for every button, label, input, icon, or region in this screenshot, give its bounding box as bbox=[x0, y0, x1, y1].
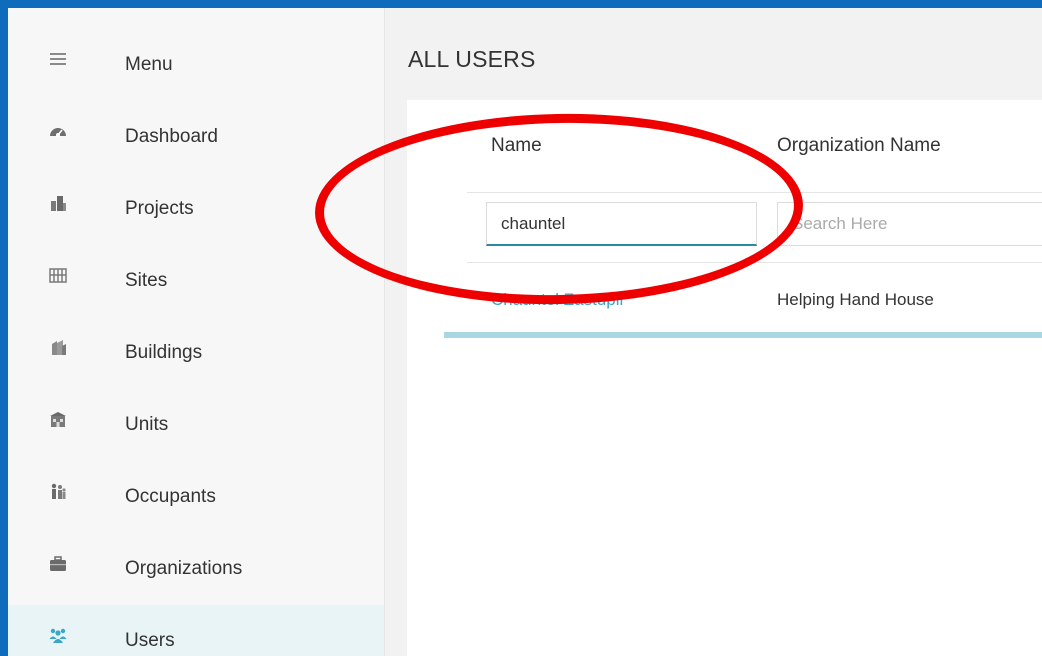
users-group-icon bbox=[48, 625, 68, 645]
name-filter-input[interactable] bbox=[486, 202, 757, 246]
page-title: ALL USERS bbox=[408, 46, 536, 72]
sites-grid-icon bbox=[48, 265, 68, 285]
sidebar-item-label: Menu bbox=[125, 54, 173, 75]
briefcase-icon bbox=[48, 553, 68, 573]
header-divider bbox=[467, 192, 1042, 193]
sidebar-item-label: Organizations bbox=[125, 558, 243, 579]
occupants-people-icon bbox=[48, 481, 68, 501]
sidebar-item-label: Units bbox=[125, 414, 169, 435]
sidebar-item-label: Projects bbox=[125, 198, 194, 219]
sidebar-item-users[interactable]: Users bbox=[8, 605, 384, 656]
units-icon bbox=[48, 409, 68, 429]
organization-filter-input[interactable] bbox=[777, 202, 1042, 246]
sidebar-item-label: Dashboard bbox=[125, 126, 218, 147]
organization-name-cell: Helping Hand House bbox=[777, 290, 934, 309]
sidebar-item-organizations[interactable]: Organizations bbox=[8, 533, 384, 605]
sidebar-item-label: Users bbox=[125, 630, 175, 651]
screenshot-frame: Menu Dashboard Projects Sites Buildings bbox=[0, 0, 1042, 656]
filter-divider bbox=[467, 262, 1042, 263]
sidebar-item-label: Sites bbox=[125, 270, 168, 291]
projects-buildings-icon bbox=[48, 193, 68, 213]
sidebar-item-menu[interactable]: Menu bbox=[8, 29, 384, 101]
sidebar-item-projects[interactable]: Projects bbox=[8, 173, 384, 245]
sidebar-item-occupants[interactable]: Occupants bbox=[8, 461, 384, 533]
sidebar-item-units[interactable]: Units bbox=[8, 389, 384, 461]
sidebar-item-label: Occupants bbox=[125, 486, 216, 507]
column-header-organization[interactable]: Organization Name bbox=[777, 135, 941, 157]
sidebar: Menu Dashboard Projects Sites Buildings bbox=[8, 8, 385, 656]
users-table: Name Organization Name Chauntel Zastupil… bbox=[407, 100, 1042, 656]
user-name-link[interactable]: Chauntel Zastupil bbox=[491, 290, 623, 310]
column-header-name[interactable]: Name bbox=[491, 135, 542, 157]
sidebar-item-label: Buildings bbox=[125, 342, 203, 363]
horizontal-scrollbar[interactable] bbox=[444, 332, 1042, 338]
main-content: ALL USERS Name Organization Name Chaunte… bbox=[385, 8, 1042, 656]
sidebar-item-buildings[interactable]: Buildings bbox=[8, 317, 384, 389]
hamburger-menu-icon bbox=[48, 49, 68, 69]
sidebar-item-sites[interactable]: Sites bbox=[8, 245, 384, 317]
buildings-icon bbox=[48, 337, 68, 357]
dashboard-gauge-icon bbox=[48, 121, 68, 141]
sidebar-item-dashboard[interactable]: Dashboard bbox=[8, 101, 384, 173]
